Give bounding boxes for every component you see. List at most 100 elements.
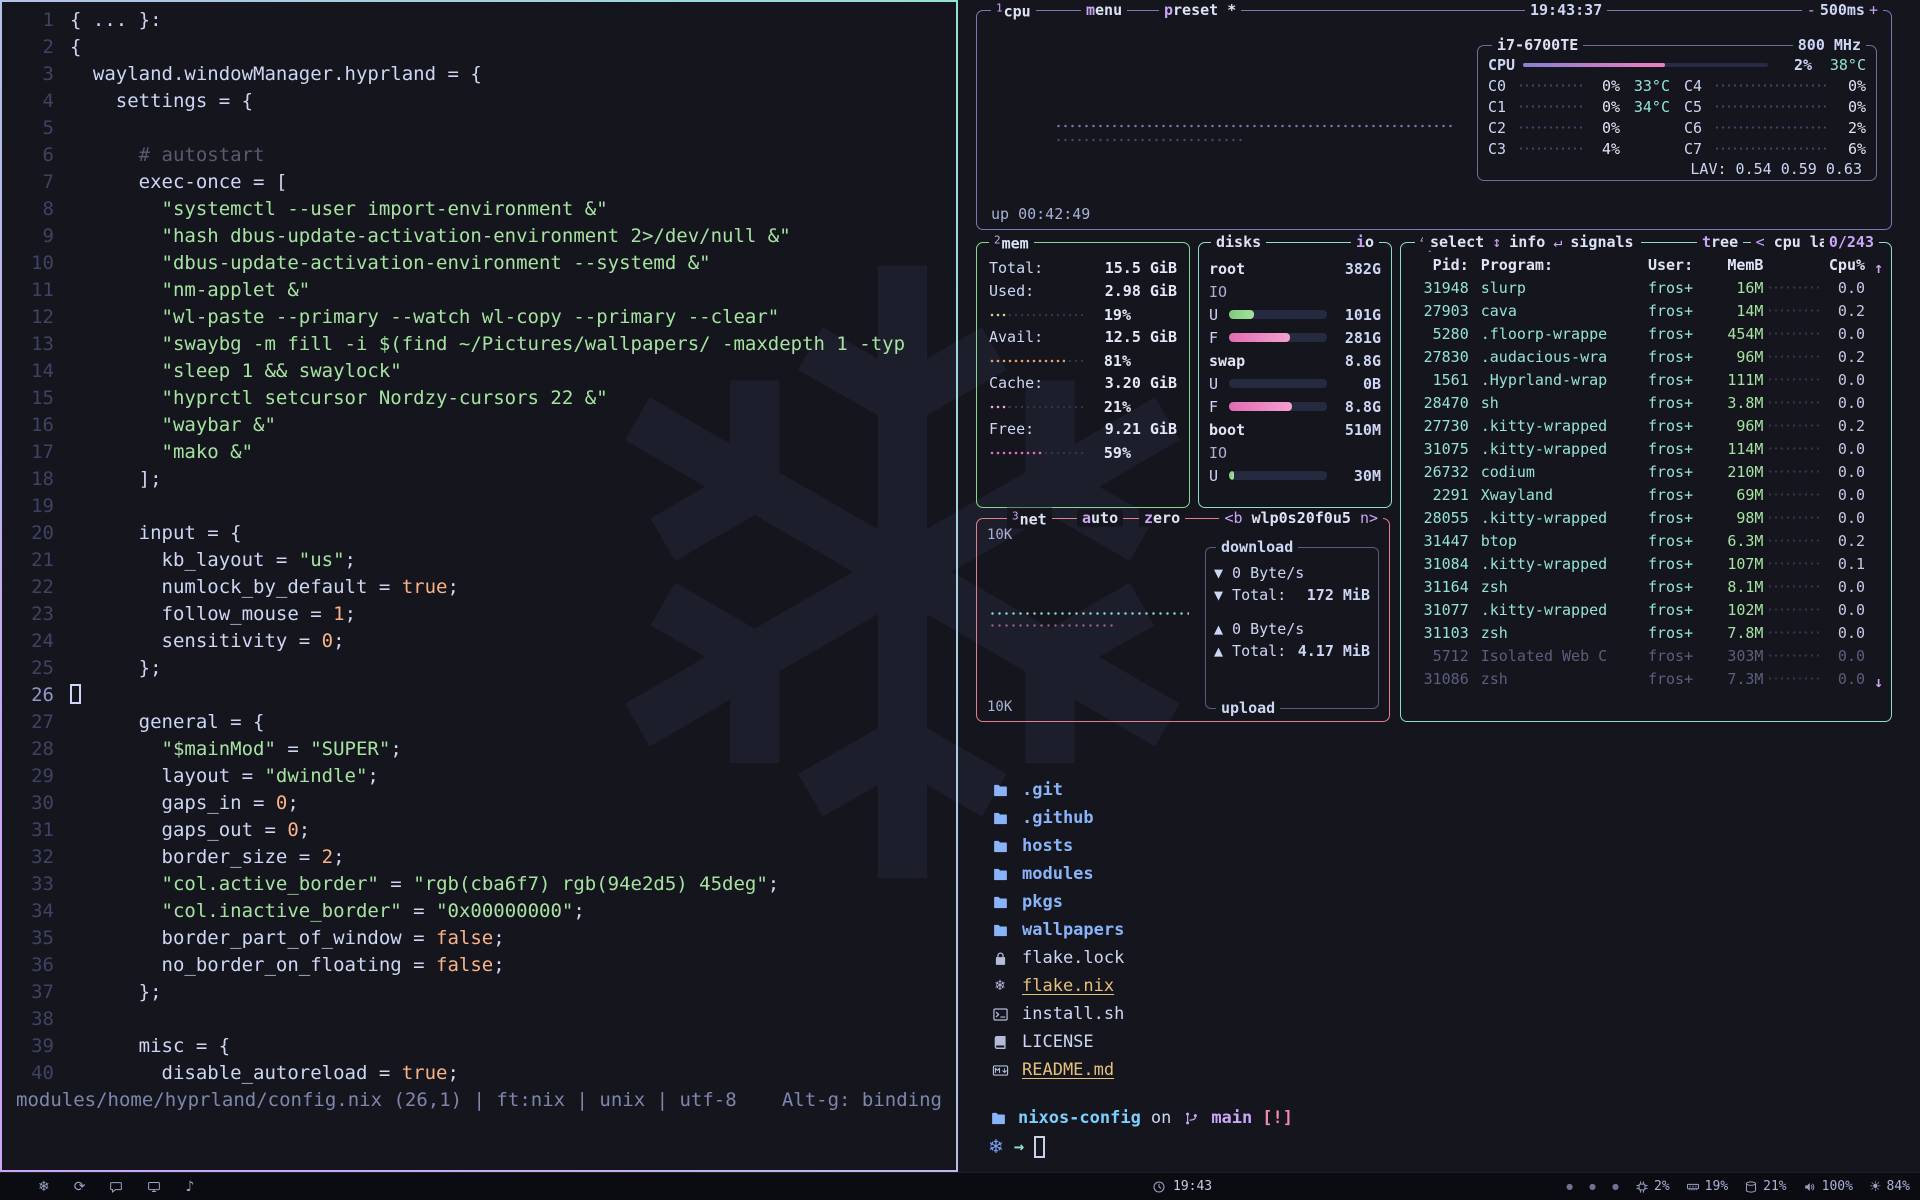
line-text[interactable]: no_border_on_floating = false; xyxy=(54,952,505,979)
launcher-monitor-icon[interactable] xyxy=(147,1180,161,1194)
column-memb[interactable]: MemB xyxy=(1712,256,1764,274)
line-text[interactable]: layout = "dwindle"; xyxy=(54,763,379,790)
file-item[interactable]: ❄flake.nix xyxy=(988,972,1920,1000)
launcher-snowflake-icon[interactable]: ❄ xyxy=(38,1180,50,1194)
mem-panel-title[interactable]: 2mem xyxy=(989,232,1034,253)
line-text[interactable]: # autostart xyxy=(54,142,264,169)
shell-input-line[interactable]: ❄ → xyxy=(988,1136,1920,1158)
line-text[interactable]: { ... }: xyxy=(54,7,162,34)
line-text[interactable]: border_size = 2; xyxy=(54,844,345,871)
line-text[interactable]: }; xyxy=(54,979,162,1006)
editor-window[interactable]: 1{ ... }:2{3 wayland.windowManager.hyprl… xyxy=(0,0,958,1172)
process-row[interactable]: 31164zshfros+8.1M0.0 xyxy=(1401,575,1891,598)
process-row[interactable]: 28470shfros+3.8M0.0 xyxy=(1401,391,1891,414)
line-text[interactable]: "swaybg -m fill -i $(find ~/Pictures/wal… xyxy=(54,331,905,358)
launcher-chat-icon[interactable] xyxy=(109,1180,123,1194)
scroll-up-indicator[interactable]: ↑ xyxy=(1874,259,1883,277)
sort-prev[interactable]: < xyxy=(1756,233,1765,251)
tray-icon[interactable]: ● xyxy=(1589,1183,1596,1191)
line-text[interactable]: "dbus-update-activation-environment --sy… xyxy=(54,250,711,277)
line-text[interactable]: exec-once = [ xyxy=(54,169,287,196)
net-next-interface[interactable]: n> xyxy=(1360,509,1378,527)
process-row[interactable]: 27830.audacious-wrafros+96M0.2 xyxy=(1401,345,1891,368)
line-text[interactable]: general = { xyxy=(54,709,264,736)
file-item[interactable]: modules xyxy=(988,860,1920,888)
line-text[interactable]: sensitivity = 0; xyxy=(54,628,345,655)
process-row[interactable]: 31948slurpfros+16M0.0 xyxy=(1401,276,1891,299)
process-row[interactable]: 26732codiumfros+210M0.0 xyxy=(1401,460,1891,483)
process-row[interactable]: 31447btopfros+6.3M0.2 xyxy=(1401,529,1891,552)
process-row[interactable]: 27730.kitty-wrappedfros+96M0.2 xyxy=(1401,414,1891,437)
taskbar-clock[interactable]: 19:43 xyxy=(1152,1173,1212,1200)
line-text[interactable] xyxy=(54,682,81,709)
line-text[interactable]: input = { xyxy=(54,520,242,547)
line-text[interactable]: "sleep 1 && swaylock" xyxy=(54,358,402,385)
line-text[interactable]: border_part_of_window = false; xyxy=(54,925,505,952)
net-prev-interface[interactable]: <b xyxy=(1224,509,1242,527)
line-text[interactable]: "col.active_border" = "rgb(cba6f7) rgb(9… xyxy=(54,871,779,898)
file-item[interactable]: LICENSE xyxy=(988,1028,1920,1056)
net-auto-toggle[interactable]: auto xyxy=(1077,510,1123,527)
editor-buffer[interactable]: 1{ ... }:2{3 wayland.windowManager.hyprl… xyxy=(2,2,956,1087)
line-text[interactable]: }; xyxy=(54,655,162,682)
line-text[interactable]: settings = { xyxy=(54,88,253,115)
line-text[interactable] xyxy=(54,1006,70,1033)
line-text[interactable]: kb_layout = "us"; xyxy=(54,547,356,574)
process-row[interactable]: 31086zshfros+7.3M0.0 xyxy=(1401,667,1891,690)
tray-icon[interactable]: ● xyxy=(1612,1183,1619,1191)
line-text[interactable]: gaps_out = 0; xyxy=(54,817,310,844)
net-zero-toggle[interactable]: zero xyxy=(1139,510,1185,527)
line-text[interactable] xyxy=(54,115,70,142)
line-text[interactable]: "wl-paste --primary --watch wl-copy --pr… xyxy=(54,304,779,331)
interval-increase-button[interactable]: + xyxy=(1869,1,1878,19)
process-row[interactable]: 31077.kitty-wrappedfros+102M0.0 xyxy=(1401,598,1891,621)
process-row[interactable]: 31084.kitty-wrappedfros+107M0.1 xyxy=(1401,552,1891,575)
preset-button[interactable]: preset * xyxy=(1159,2,1241,19)
file-item[interactable]: flake.lock xyxy=(988,944,1920,972)
file-item[interactable]: .github xyxy=(988,804,1920,832)
cpu-panel-title[interactable]: 1cpu xyxy=(991,0,1036,21)
line-text[interactable]: disable_autoreload = true; xyxy=(54,1060,459,1087)
proc-tree-toggle[interactable]: tree xyxy=(1697,234,1743,251)
process-row[interactable]: 27903cavafros+14M0.2 xyxy=(1401,299,1891,322)
update-interval-control[interactable]: -500ms+ xyxy=(1802,2,1883,19)
info-hint[interactable]: info xyxy=(1509,233,1545,251)
disks-io-tab[interactable]: io xyxy=(1351,234,1379,251)
line-text[interactable]: "col.inactive_border" = "0x00000000"; xyxy=(54,898,585,925)
line-text[interactable]: "hyprctl setcursor Nordzy-cursors 22 &" xyxy=(54,385,608,412)
line-text[interactable]: misc = { xyxy=(54,1033,230,1060)
line-text[interactable]: "waybar &" xyxy=(54,412,276,439)
select-hint[interactable]: select xyxy=(1430,233,1484,251)
signals-hint[interactable]: signals xyxy=(1570,233,1633,251)
file-item[interactable]: hosts xyxy=(988,832,1920,860)
net-interface-selector[interactable]: <b wlp0s20f0u5 n> xyxy=(1219,510,1383,527)
btop-window[interactable]: 1cpu menu preset * 19:43:37 -500ms+ i7-6… xyxy=(958,0,1920,734)
file-item[interactable]: pkgs xyxy=(988,888,1920,916)
line-text[interactable]: "systemctl --user import-environment &" xyxy=(54,196,608,223)
column-cpu[interactable]: Cpu% xyxy=(1827,256,1865,274)
process-row[interactable]: 31103zshfros+7.8M0.0 xyxy=(1401,621,1891,644)
line-text[interactable]: gaps_in = 0; xyxy=(54,790,299,817)
line-text[interactable]: "hash dbus-update-activation-environment… xyxy=(54,223,791,250)
file-item[interactable]: wallpapers xyxy=(988,916,1920,944)
file-item[interactable]: install.sh xyxy=(988,1000,1920,1028)
line-text[interactable] xyxy=(54,493,70,520)
line-text[interactable]: wayland.windowManager.hyprland = { xyxy=(54,61,482,88)
process-row[interactable]: 5280.floorp-wrappefros+454M0.0 xyxy=(1401,322,1891,345)
process-row[interactable]: 31075.kitty-wrappedfros+114M0.0 xyxy=(1401,437,1891,460)
file-item[interactable]: README.md xyxy=(988,1056,1920,1084)
process-row[interactable]: 5712Isolated Web Cfros+303M0.0 xyxy=(1401,644,1891,667)
line-text[interactable]: { xyxy=(54,34,81,61)
line-text[interactable]: follow_mouse = 1; xyxy=(54,601,356,628)
net-panel-title[interactable]: 3net xyxy=(1007,508,1052,529)
column-user[interactable]: User: xyxy=(1648,256,1712,274)
terminal-window[interactable]: .git.githubhostsmodulespkgswallpapersfla… xyxy=(958,734,1920,1172)
line-text[interactable]: "mako &" xyxy=(54,439,253,466)
launcher-refresh-icon[interactable]: ⟳ xyxy=(74,1180,86,1194)
line-text[interactable]: numlock_by_default = true; xyxy=(54,574,459,601)
scroll-down-indicator[interactable]: ↓ xyxy=(1874,673,1883,691)
process-row[interactable]: 28055.kitty-wrappedfros+98M0.0 xyxy=(1401,506,1891,529)
line-text[interactable]: "$mainMod" = "SUPER"; xyxy=(54,736,402,763)
interval-decrease-button[interactable]: - xyxy=(1807,1,1816,19)
menu-button[interactable]: menu xyxy=(1081,2,1127,19)
